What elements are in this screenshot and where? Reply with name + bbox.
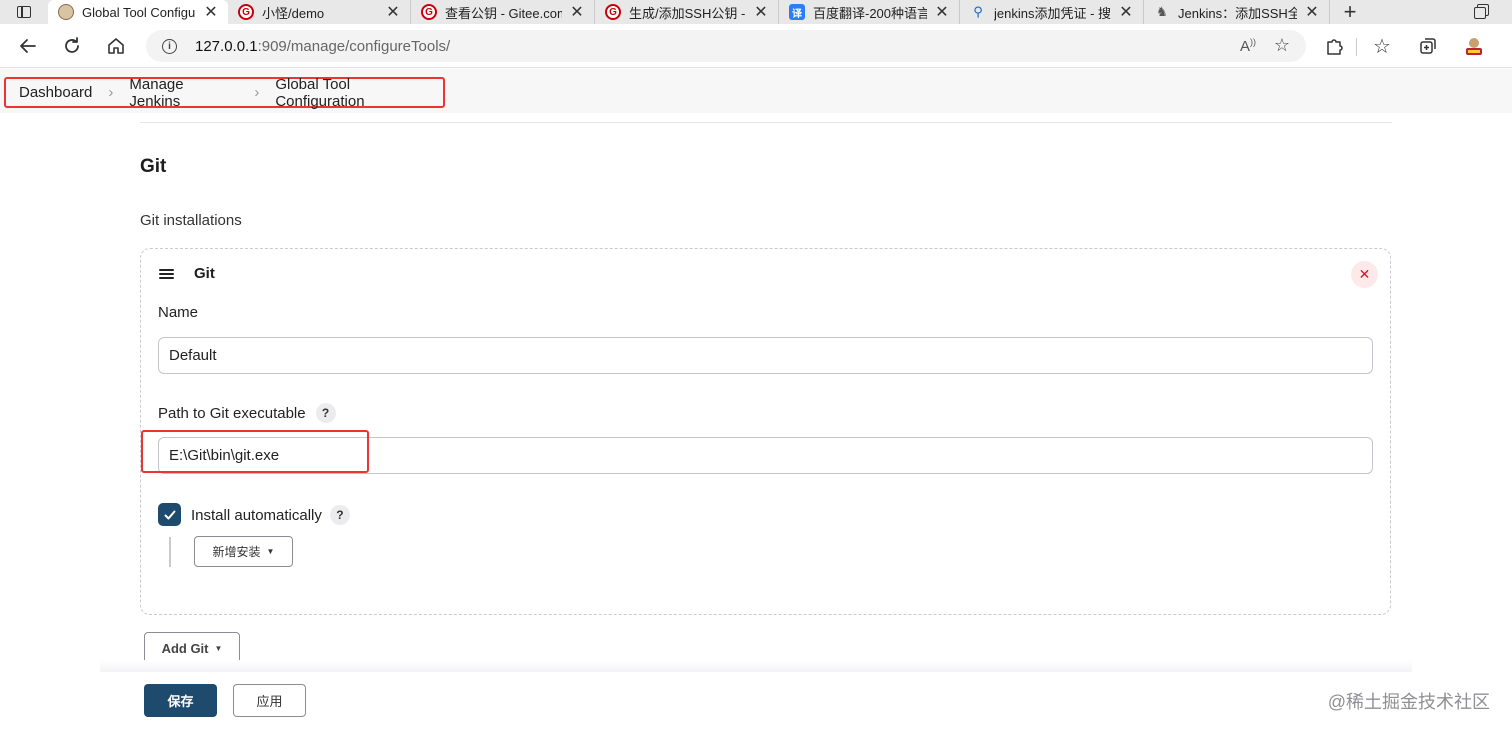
tab-title: 百度翻译-200种语言互 [813,5,927,21]
close-icon[interactable]: ✕ [384,2,402,22]
install-automatically-checkbox[interactable] [158,503,181,526]
tab-title: jenkins添加凭证 - 搜索 [994,5,1111,21]
caret-down-icon: ▼ [266,547,275,556]
tab-title: 小怪/demo [262,5,325,21]
checkmark-icon [164,510,175,519]
address-bar[interactable]: i 127.0.0.1:909/manage/configureTools/ A… [146,30,1306,62]
bottom-bar-shadow [100,660,1412,672]
jenkins-icon: ♞ [1156,4,1168,19]
section-subtitle: Git installations [140,212,242,229]
help-icon[interactable]: ? [329,505,350,525]
tab-title: Jenkins：添加SSH全局 [1178,5,1297,21]
back-arrow-icon [20,39,36,53]
section-divider [140,122,1392,123]
close-icon[interactable]: ✕ [933,2,951,22]
close-icon[interactable]: ✕ [1117,2,1135,22]
tab-baidu-translate[interactable]: 译 百度翻译-200种语言互 ✕ [779,0,960,24]
gitee-icon: G [605,4,621,20]
highlight-box [141,430,369,473]
path-label: Path to Git executable ? [158,403,336,423]
profile-avatar[interactable] [1462,34,1486,58]
name-input[interactable] [158,337,1373,374]
tab-view-public-key[interactable]: G 查看公钥 - Gitee.com ✕ [411,0,595,24]
jenkins-icon [58,4,74,20]
breadcrumb: Dashboard › Manage Jenkins › Global Tool… [4,76,445,110]
info-icon[interactable]: i [162,38,177,54]
close-icon[interactable]: ✕ [568,2,586,22]
home-button[interactable] [104,34,128,58]
breadcrumb-global-tool-configuration[interactable]: Global Tool Configuration [275,76,443,110]
watermark: @稀土掘金技术社区 [1327,692,1490,712]
breadcrumb-manage-jenkins[interactable]: Manage Jenkins [129,76,238,110]
section-title: Git [140,156,167,177]
tab-title: Global Tool Configurat [82,4,196,20]
reload-button[interactable] [60,34,84,58]
new-tab-button[interactable]: + [1330,0,1370,24]
chevron-right-icon: › [254,84,260,101]
apply-button[interactable]: 应用 [233,684,306,717]
close-icon[interactable]: ✕ [752,2,770,22]
close-icon: ✕ [1358,266,1371,282]
favorites-button[interactable]: ☆ [1370,34,1394,58]
tab-global-tool-configuration[interactable]: Global Tool Configurat ✕ [48,0,228,24]
collections-button[interactable] [1416,34,1440,58]
add-installer-dropdown[interactable]: 新增安装 ▼ [194,536,293,567]
home-icon [108,38,124,54]
extensions-button[interactable] [1322,34,1346,58]
tab-actions-icon [17,6,31,18]
git-installation-card: Git ✕ Name Path to Git executable ? Inst… [140,248,1391,615]
install-automatically-label: Install automatically ? [191,505,350,525]
baidu-translate-icon: 译 [789,4,805,20]
close-icon[interactable]: ✕ [202,2,220,22]
tab-jenkins-add-ssh[interactable]: ♞ Jenkins：添加SSH全局 ✕ [1144,0,1330,24]
gitee-icon: G [421,4,437,20]
name-label-text: Name [158,304,199,321]
restore-window-icon[interactable] [1474,4,1489,19]
chevron-right-icon: › [108,84,114,101]
add-git-label: Add Git [161,640,209,656]
tab-title: 生成/添加SSH公钥 - G [629,5,746,21]
url-path: :909/manage/configureTools/ [257,37,451,55]
close-icon[interactable]: ✕ [1303,2,1321,22]
help-icon[interactable]: ? [315,403,336,423]
url-host: 127.0.0.1 [195,37,258,55]
read-aloud-icon[interactable]: A)) [1240,37,1256,55]
browser-toolbar: i 127.0.0.1:909/manage/configureTools/ A… [0,24,1512,68]
breadcrumb-bar: Dashboard › Manage Jenkins › Global Tool… [0,69,1512,113]
favorites-star-icon: ☆ [1373,35,1391,58]
breadcrumb-dashboard[interactable]: Dashboard [19,84,92,101]
add-favorite-icon[interactable]: ☆ [1274,35,1290,56]
install-automatically-text: Install automatically [191,506,322,524]
path-label-text: Path to Git executable [158,404,306,422]
gitee-icon: G [238,4,254,20]
delete-installation-button[interactable]: ✕ [1351,261,1378,288]
drag-handle-icon[interactable] [159,269,175,281]
caret-down-icon: ▼ [214,643,223,653]
save-button[interactable]: 保存 [144,684,217,717]
avatar-icon [1466,38,1482,55]
tab-title: 查看公钥 - Gitee.com [445,5,562,21]
add-installer-label: 新增安装 [212,545,261,559]
search-icon: ⚲ [973,4,983,19]
plus-icon: + [1343,0,1357,24]
tab-actions-button[interactable] [0,0,48,24]
reload-icon [65,37,79,53]
tab-jenkins-credentials-search[interactable]: ⚲ jenkins添加凭证 - 搜索 ✕ [960,0,1144,24]
installer-nesting-line [169,537,171,567]
puzzle-icon [1327,39,1343,55]
tab-demo[interactable]: G 小怪/demo ✕ [228,0,411,24]
tab-generate-ssh-key[interactable]: G 生成/添加SSH公钥 - G ✕ [595,0,779,24]
collections-icon [1420,38,1436,54]
browser-tab-strip: Global Tool Configurat ✕ G 小怪/demo ✕ G 查… [0,0,1512,24]
name-label: Name [158,304,198,321]
back-button[interactable] [16,34,40,58]
card-title: Git [194,265,215,282]
toolbar-divider [1356,38,1357,56]
